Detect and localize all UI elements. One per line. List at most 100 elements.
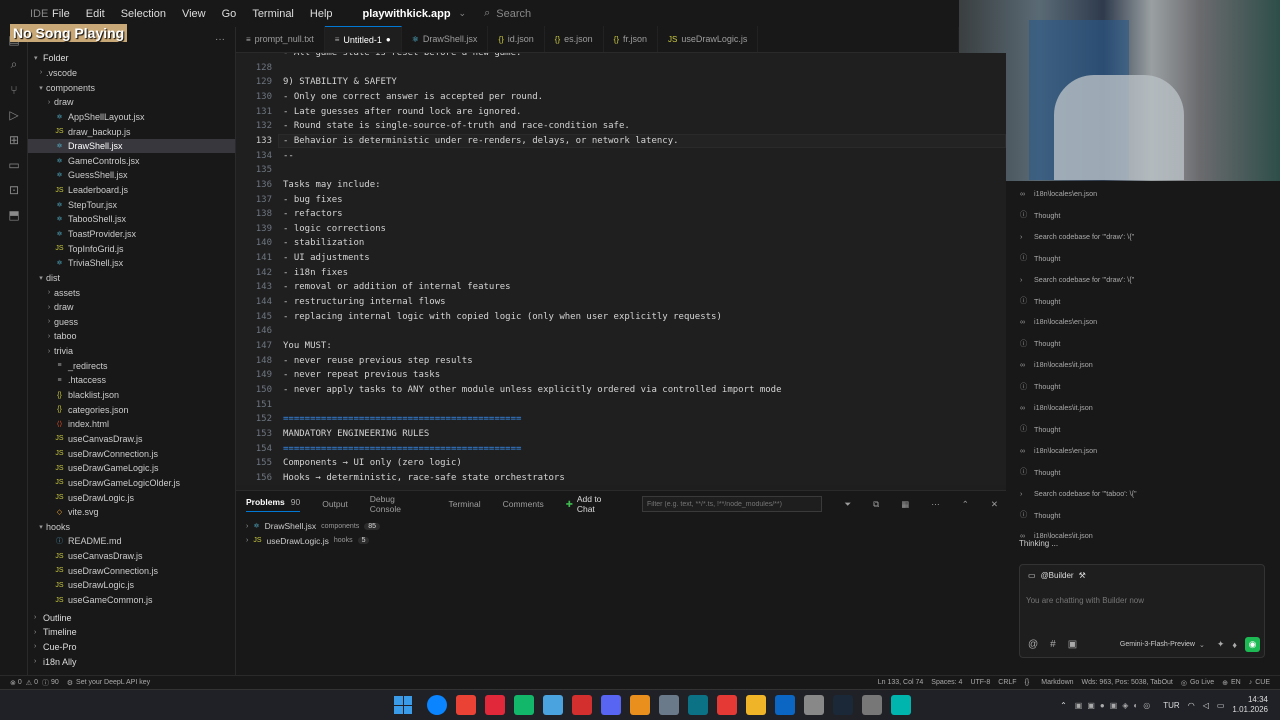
volume-icon[interactable]: ◁ bbox=[1203, 701, 1209, 710]
tree-file[interactable]: ≡ .htaccess bbox=[28, 373, 235, 388]
taskbar-app-icon[interactable] bbox=[484, 695, 505, 715]
code-line[interactable]: - Only one correct answer is accepted pe… bbox=[283, 92, 543, 102]
menu-item-file[interactable]: File bbox=[52, 8, 70, 20]
code-line[interactable]: - replacing internal logic with copied l… bbox=[283, 312, 722, 322]
code-line[interactable]: - logic corrections bbox=[283, 224, 386, 234]
view-as-table-icon[interactable]: ▦ bbox=[901, 499, 909, 510]
agent-step[interactable]: ⓘ Thought bbox=[1020, 424, 1060, 434]
taskbar-app-icon[interactable] bbox=[803, 695, 824, 715]
agent-step[interactable]: ⓘ Thought bbox=[1020, 467, 1060, 477]
chat-icon[interactable]: ▭ bbox=[0, 152, 28, 177]
tree-file[interactable]: JS useCanvasDraw.js bbox=[28, 549, 235, 564]
code-line[interactable]: ========================================… bbox=[283, 414, 521, 424]
chat-input[interactable] bbox=[1026, 593, 1256, 607]
taskbar-app-icon[interactable] bbox=[513, 695, 534, 715]
mention-icon[interactable]: @ bbox=[1028, 639, 1038, 650]
wifi-icon[interactable]: ◠ bbox=[1188, 701, 1195, 710]
agent-step[interactable]: ∞ i18n\locales\en.json bbox=[1020, 189, 1097, 198]
sidebar-section-timeline[interactable]: › Timeline bbox=[28, 625, 235, 640]
menu-item-selection[interactable]: Selection bbox=[121, 8, 166, 20]
agent-step[interactable]: ⓘ Thought bbox=[1020, 296, 1060, 306]
more-icon[interactable]: ··· bbox=[215, 34, 225, 45]
tree-file[interactable]: ⚛ StepTour.jsx bbox=[28, 197, 235, 212]
tree-file[interactable]: ⚛ DrawShell.jsx bbox=[28, 138, 235, 154]
taskbar-app-icon[interactable] bbox=[571, 695, 592, 715]
code-line[interactable]: Hooks → deterministic, race-safe state o… bbox=[283, 473, 565, 483]
code-line[interactable]: 9) STABILITY & SAFETY bbox=[283, 77, 397, 87]
send-button[interactable]: ◉ bbox=[1245, 637, 1260, 652]
tree-folder[interactable]: › .vscode bbox=[28, 66, 235, 81]
locale[interactable]: EN bbox=[1231, 679, 1241, 686]
code-line[interactable]: - stabilization bbox=[283, 238, 364, 248]
code-line[interactable]: Tasks may include: bbox=[283, 180, 381, 190]
agent-step[interactable]: ∞ i18n\locales\en.json bbox=[1020, 317, 1097, 326]
deepl-status[interactable]: Set your DeepL API key bbox=[76, 679, 150, 686]
tab-prompt-null-txt[interactable]: ≡ prompt_null.txt bbox=[236, 26, 325, 52]
line-ending[interactable]: CRLF bbox=[998, 679, 1016, 686]
code-line[interactable]: MANDATORY ENGINEERING RULES bbox=[283, 429, 429, 439]
settings-icon[interactable]: ⚒ bbox=[1079, 571, 1086, 580]
tab-drawshell-jsx[interactable]: ⚛ DrawShell.jsx bbox=[402, 26, 489, 52]
sidebar-section-outline[interactable]: › Outline bbox=[28, 610, 235, 625]
collapse-all-icon[interactable]: ⧉ bbox=[873, 499, 879, 510]
agent-step[interactable]: ⓘ Thought bbox=[1020, 510, 1060, 520]
agent-step[interactable]: ⓘ Thought bbox=[1020, 382, 1060, 392]
menu-item-help[interactable]: Help bbox=[310, 8, 333, 20]
problems-filter-input[interactable] bbox=[641, 496, 823, 512]
tree-file[interactable]: ⚛ ToastProvider.jsx bbox=[28, 227, 235, 242]
code-line[interactable]: - never repeat previous tasks bbox=[283, 370, 440, 380]
menu-item-terminal[interactable]: Terminal bbox=[252, 8, 294, 20]
tree-file[interactable]: {} categories.json bbox=[28, 402, 235, 417]
warning-count[interactable]: 0 bbox=[34, 679, 38, 686]
tree-file[interactable]: ⟨⟩ index.html bbox=[28, 417, 235, 432]
language-mode[interactable]: Markdown bbox=[1041, 679, 1073, 686]
taskbar-app-icon[interactable] bbox=[774, 695, 795, 715]
code-line[interactable]: - Late guesses after round lock are igno… bbox=[283, 107, 521, 117]
braces-icon[interactable]: {} bbox=[1025, 679, 1030, 686]
tree-file[interactable]: JS Leaderboard.js bbox=[28, 183, 235, 198]
cue-status[interactable]: CUE bbox=[1255, 679, 1270, 686]
bell-icon[interactable]: ♪ bbox=[1249, 679, 1253, 686]
tree-folder[interactable]: › draw bbox=[28, 300, 235, 315]
tree-folder[interactable]: › draw bbox=[28, 95, 235, 110]
error-count[interactable]: 0 bbox=[18, 679, 22, 686]
indentation[interactable]: Spaces: 4 bbox=[931, 679, 962, 686]
tree-file[interactable]: {} blacklist.json bbox=[28, 388, 235, 403]
windows-start-icon[interactable] bbox=[394, 696, 412, 714]
taskbar-app-icon[interactable] bbox=[600, 695, 621, 715]
menu-item-edit[interactable]: Edit bbox=[86, 8, 105, 20]
code-line[interactable]: - All game state is reset before a new g… bbox=[283, 53, 521, 58]
code-line[interactable]: You MUST: bbox=[283, 341, 332, 351]
taskbar-app-icon[interactable] bbox=[745, 695, 766, 715]
tree-file[interactable]: ⚛ TabooShell.jsx bbox=[28, 212, 235, 227]
model-select[interactable]: Gemini-3-Flash-Preview bbox=[1120, 641, 1195, 648]
tree-file[interactable]: ⚛ GameControls.jsx bbox=[28, 153, 235, 168]
agent-step[interactable]: ∞ i18n\locales\it.json bbox=[1020, 403, 1093, 412]
taskbar-app-icon[interactable] bbox=[455, 695, 476, 715]
tree-file[interactable]: ⚛ GuessShell.jsx bbox=[28, 168, 235, 183]
error-icon[interactable]: ⊗ bbox=[10, 679, 16, 687]
code-line[interactable]: - never reuse previous step results bbox=[283, 356, 473, 366]
taskbar-app-icon[interactable] bbox=[832, 695, 853, 715]
encoding[interactable]: UTF-8 bbox=[970, 679, 990, 686]
info-count[interactable]: 90 bbox=[51, 679, 59, 686]
agent-step[interactable]: › Search codebase for "'draw': \{" bbox=[1020, 275, 1134, 284]
more-icon[interactable]: ⋯ bbox=[931, 499, 940, 510]
taskbar-app-icon[interactable] bbox=[861, 695, 882, 715]
project-name[interactable]: playwithkick.app bbox=[363, 8, 451, 20]
cursor-position[interactable]: Ln 133, Col 74 bbox=[878, 679, 924, 686]
agent-step[interactable]: › Search codebase for "'draw': \{" bbox=[1020, 232, 1134, 241]
tree-folder[interactable]: › taboo bbox=[28, 329, 235, 344]
filter-icon[interactable]: ⏷ bbox=[844, 499, 851, 510]
code-line[interactable]: - never apply tasks to ANY other module … bbox=[283, 385, 782, 395]
taskbar-app-icon[interactable] bbox=[716, 695, 737, 715]
panel-tab-debug-console[interactable]: Debug Console bbox=[370, 494, 427, 514]
close-panel-icon[interactable]: ✕ bbox=[991, 499, 998, 510]
keyboard-language[interactable]: TUR bbox=[1163, 701, 1179, 710]
code-line[interactable]: Components → UI only (zero logic) bbox=[283, 458, 462, 468]
sidebar-section-i18n-ally[interactable]: › i18n Ally bbox=[28, 654, 235, 669]
tree-folder[interactable]: ▾ dist bbox=[28, 271, 235, 286]
command-search[interactable]: ⌕ Search bbox=[484, 7, 531, 20]
tab-usedrawlogic-js[interactable]: JS useDrawLogic.js bbox=[658, 26, 759, 52]
folder-root[interactable]: ▾ Folder bbox=[28, 51, 235, 66]
